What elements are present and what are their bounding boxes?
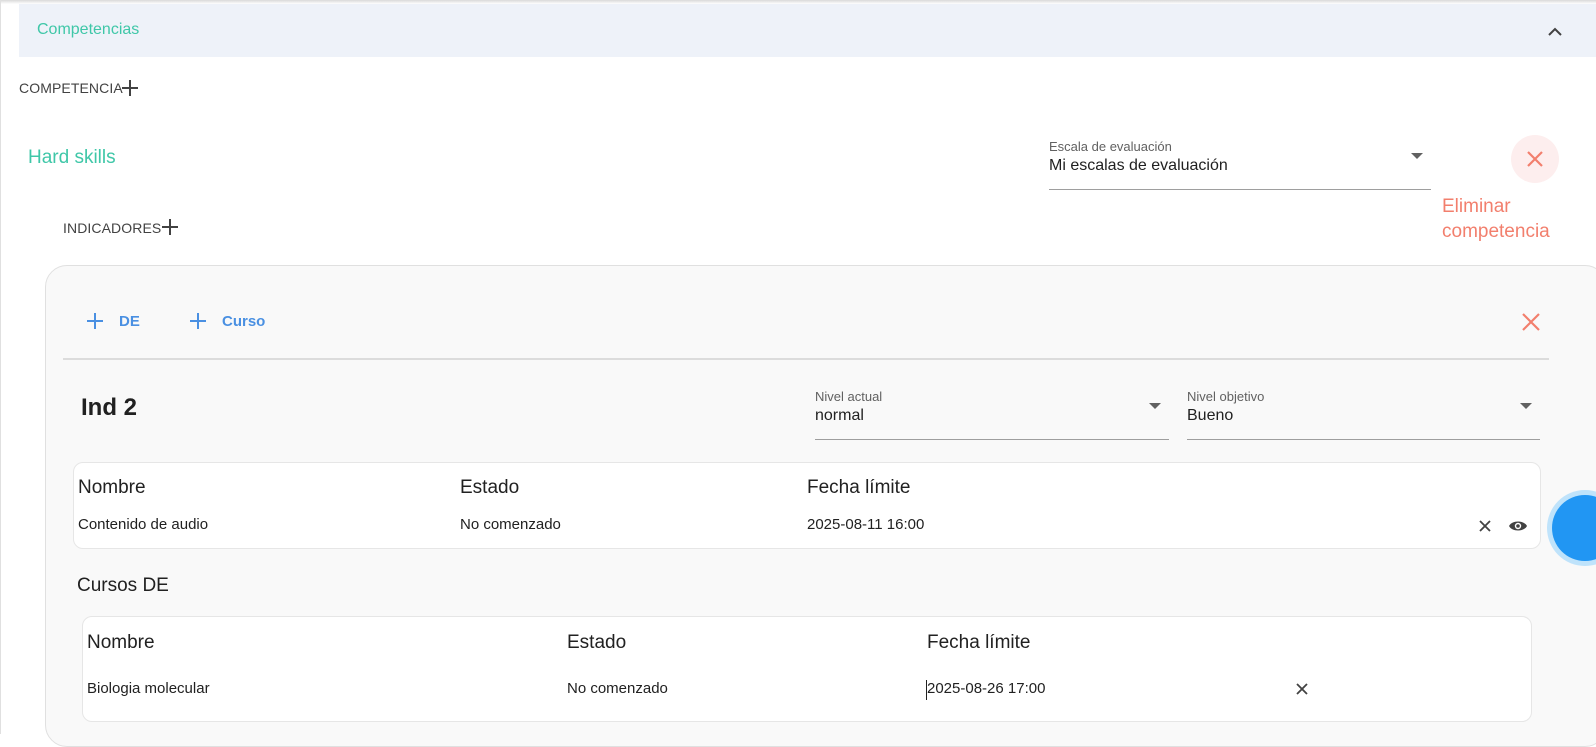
add-curso-button[interactable]: Curso (188, 311, 265, 331)
plus-icon (87, 313, 103, 329)
competencias-section-header[interactable]: Competencias (19, 4, 1596, 57)
delete-competencia-button[interactable] (1511, 135, 1559, 183)
nivel-objetivo-select[interactable]: Nivel objetivo Bueno (1187, 389, 1540, 440)
table1-header-fecha: Fecha límite (807, 477, 911, 498)
table2-cell-nombre: Biologia molecular (87, 680, 210, 697)
add-de-label: DE (119, 312, 140, 330)
add-competencia-plus-icon[interactable] (119, 77, 141, 99)
table2-cell-estado: No comenzado (567, 680, 668, 697)
caret-down-icon (1411, 153, 1423, 159)
table2-header-nombre: Nombre (87, 632, 155, 653)
nivel-actual-select[interactable]: Nivel actual normal (815, 389, 1169, 440)
escala-evaluacion-select[interactable]: Escala de evaluación Mi escalas de evalu… (1049, 139, 1431, 190)
table2-header-fecha: Fecha límite (927, 632, 1031, 653)
table1-cell-estado: No comenzado (460, 516, 561, 533)
escala-value: Mi escalas de evaluación (1049, 157, 1228, 174)
table1-cell-fecha: 2025-08-11 16:00 (807, 516, 925, 533)
competencia-label: COMPETENCIA (19, 80, 123, 96)
indicator-title: Ind 2 (81, 394, 138, 421)
table1-header-nombre: Nombre (78, 477, 146, 498)
plus-icon (190, 313, 206, 329)
escala-label: Escala de evaluación (1049, 139, 1172, 154)
cursos-de-table (82, 616, 1532, 722)
add-curso-label: Curso (222, 312, 266, 330)
chevron-up-icon[interactable] (1543, 24, 1567, 40)
indicator-items-table (73, 462, 1541, 549)
competencia-title: Hard skills (28, 147, 116, 168)
card-divider (63, 358, 1549, 360)
table1-header-estado: Estado (460, 477, 520, 498)
add-de-button[interactable]: DE (85, 311, 140, 331)
view-eye-icon[interactable] (1508, 518, 1528, 534)
add-indicador-plus-icon[interactable] (159, 216, 181, 238)
table2-header-estado: Estado (567, 632, 627, 653)
nivel-objetivo-label: Nivel objetivo (1187, 389, 1265, 404)
close-icon (1527, 151, 1543, 167)
delete-competencia-label: Eliminar competencia (1442, 196, 1550, 242)
remove-row-close-icon[interactable] (1478, 519, 1492, 533)
left-border (0, 0, 1, 734)
caret-down-icon (1149, 403, 1161, 409)
nivel-actual-label: Nivel actual (815, 389, 883, 404)
nivel-actual-value: normal (815, 407, 864, 424)
table1-cell-nombre: Contenido de audio (78, 516, 209, 533)
indicadores-label: INDICADORES (63, 220, 162, 236)
remove-curso-close-icon[interactable] (1295, 682, 1309, 696)
close-indicator-icon[interactable] (1521, 312, 1541, 332)
section-title: Competencias (37, 21, 140, 38)
caret-down-icon (1520, 403, 1532, 409)
cursos-de-title: Cursos DE (77, 575, 169, 596)
nivel-objetivo-value: Bueno (1187, 407, 1234, 424)
table2-cell-fecha: 2025-08-26 17:00 (927, 680, 1046, 697)
